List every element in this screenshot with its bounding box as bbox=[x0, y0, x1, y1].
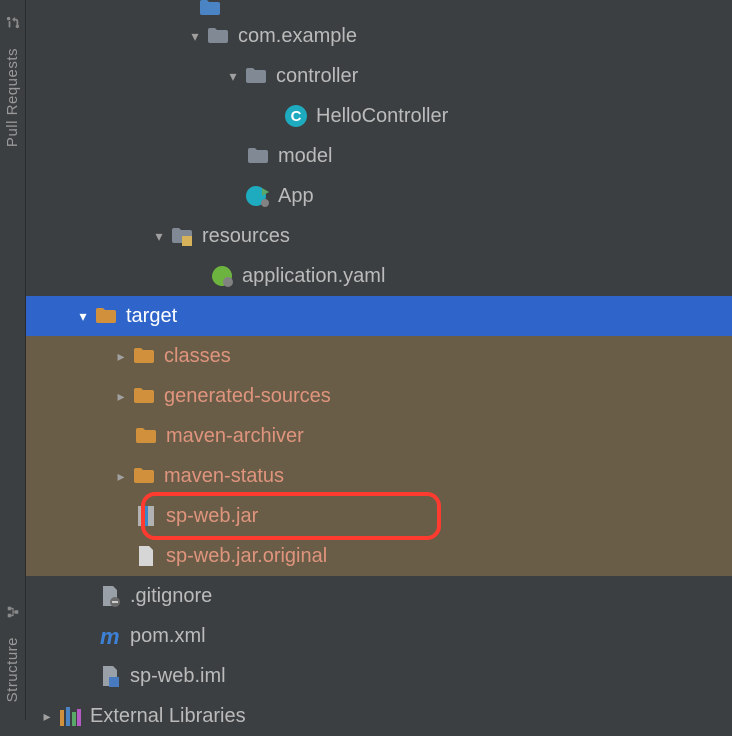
excluded-folder-icon bbox=[94, 304, 118, 328]
excluded-folder-icon bbox=[132, 464, 156, 488]
folder-icon bbox=[198, 0, 222, 16]
tree-item-maven-status[interactable]: ▸ maven-status bbox=[26, 456, 732, 496]
tree-item-app[interactable]: App bbox=[26, 176, 732, 216]
tree-item-model[interactable]: model bbox=[26, 136, 732, 176]
chevron-right-icon: ▸ bbox=[110, 468, 132, 485]
folder-icon bbox=[206, 24, 230, 48]
tree-label: sp-web.jar bbox=[166, 505, 258, 528]
project-tree: ▾ com.example ▾ controller C HelloContro… bbox=[26, 0, 732, 720]
tree-label: resources bbox=[202, 225, 290, 248]
folder-icon bbox=[244, 64, 268, 88]
tree-item-resources[interactable]: ▾ resources bbox=[26, 216, 732, 256]
svg-text:C: C bbox=[291, 108, 302, 125]
tree-item-maven-archiver[interactable]: maven-archiver bbox=[26, 416, 732, 456]
tree-label: External Libraries bbox=[90, 705, 246, 728]
maven-icon: m bbox=[98, 624, 122, 648]
tool-gutter: Pull Requests Structure bbox=[0, 0, 26, 720]
chevron-right-icon: ▸ bbox=[110, 348, 132, 365]
chevron-down-icon: ▾ bbox=[72, 308, 94, 325]
chevron-down-icon: ▾ bbox=[184, 28, 206, 45]
tree-label: sp-web.iml bbox=[130, 665, 226, 688]
tree-label: application.yaml bbox=[242, 265, 385, 288]
tree-item-generated-sources[interactable]: ▸ generated-sources bbox=[26, 376, 732, 416]
tree-item-com-example[interactable]: ▾ com.example bbox=[26, 16, 732, 56]
excluded-folder-icon bbox=[134, 424, 158, 448]
tree-label: com.example bbox=[238, 25, 357, 48]
tree-label: HelloController bbox=[316, 105, 448, 128]
file-icon bbox=[134, 544, 158, 568]
tree-item-gitignore[interactable]: .gitignore bbox=[26, 576, 732, 616]
tree-label: App bbox=[278, 185, 314, 208]
class-icon: C bbox=[284, 104, 308, 128]
resources-folder-icon bbox=[170, 224, 194, 248]
chevron-right-icon: ▸ bbox=[36, 708, 58, 725]
chevron-down-icon: ▾ bbox=[148, 228, 170, 245]
tree-label: controller bbox=[276, 65, 358, 88]
file-icon bbox=[98, 584, 122, 608]
tree-item-classes[interactable]: ▸ classes bbox=[26, 336, 732, 376]
chevron-right-icon: ▸ bbox=[110, 388, 132, 405]
excluded-folder-icon bbox=[132, 384, 156, 408]
pull-request-icon bbox=[6, 14, 20, 28]
tree-label: target bbox=[126, 305, 177, 328]
tree-label: maven-archiver bbox=[166, 425, 304, 448]
folder-icon bbox=[246, 144, 270, 168]
tree-item-sp-web-jar[interactable]: sp-web.jar bbox=[26, 496, 732, 536]
gutter-structure[interactable]: Structure bbox=[4, 637, 21, 702]
tree-item-hello-controller[interactable]: C HelloController bbox=[26, 96, 732, 136]
tree-item-controller[interactable]: ▾ controller bbox=[26, 56, 732, 96]
svg-text:m: m bbox=[100, 624, 120, 648]
archive-icon bbox=[134, 504, 158, 528]
tree-item-application-yaml[interactable]: application.yaml bbox=[26, 256, 732, 296]
tree-label: sp-web.jar.original bbox=[166, 545, 327, 568]
libraries-icon bbox=[58, 704, 82, 728]
tree-label: .gitignore bbox=[130, 585, 212, 608]
chevron-down-icon: ▾ bbox=[222, 68, 244, 85]
tree-item-sp-web-iml[interactable]: sp-web.iml bbox=[26, 656, 732, 696]
excluded-folder-icon bbox=[132, 344, 156, 368]
tree-item-sp-web-jar-original[interactable]: sp-web.jar.original bbox=[26, 536, 732, 576]
runnable-class-icon bbox=[246, 184, 270, 208]
tree-label: generated-sources bbox=[164, 385, 331, 408]
tree-label: classes bbox=[164, 345, 231, 368]
structure-icon bbox=[6, 603, 20, 617]
tree-item-pom-xml[interactable]: m pom.xml bbox=[26, 616, 732, 656]
gutter-pull-requests[interactable]: Pull Requests bbox=[4, 48, 21, 147]
tree-label: maven-status bbox=[164, 465, 284, 488]
module-icon bbox=[98, 664, 122, 688]
tree-label: model bbox=[278, 145, 332, 168]
spring-config-icon bbox=[210, 264, 234, 288]
tree-item-external-libraries[interactable]: ▸ External Libraries bbox=[26, 696, 732, 736]
tree-item-target[interactable]: ▾ target bbox=[26, 296, 732, 336]
tree-label: pom.xml bbox=[130, 625, 206, 648]
